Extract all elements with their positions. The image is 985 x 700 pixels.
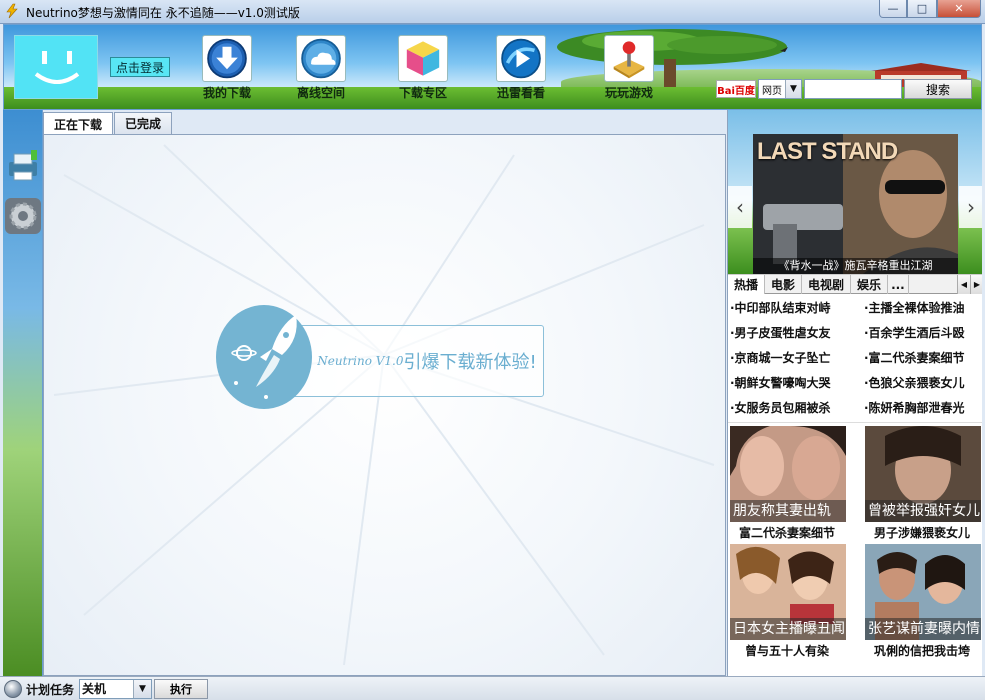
news-item[interactable]: ·中印部队结束对峙 xyxy=(728,296,862,321)
nav-label: 玩玩游戏 xyxy=(604,86,653,100)
scheduled-task-select[interactable]: 关机 ▼ xyxy=(79,679,152,699)
picture-title[interactable]: 男子涉嫌猥亵女儿 xyxy=(859,524,982,541)
right-panel: LAST STAND 《背水一战》施瓦辛格重出江湖 ‹ › 热播 电影 电视剧 … xyxy=(727,110,982,676)
rocket-icon xyxy=(231,315,297,399)
picture-news-item[interactable]: 曾被举报强奸女儿 xyxy=(865,426,981,522)
window-controls: — □ ✕ xyxy=(879,0,981,18)
picture-title[interactable]: 曾与五十人有染 xyxy=(728,642,850,659)
nav-play-games[interactable]: 玩玩游戏 xyxy=(584,35,674,101)
news-item[interactable]: ·色狼父亲猥亵女儿 xyxy=(862,371,982,396)
search-engine-select[interactable]: 网页 ▼ xyxy=(758,79,802,99)
news-item[interactable]: ·陈妍希胸部泄春光 xyxy=(862,396,982,421)
scheduled-task-value: 关机 xyxy=(82,682,107,696)
splash-circle xyxy=(216,305,312,409)
news-list: ·中印部队结束对峙 ·主播全裸体验推油 ·男子皮蛋牲虐女友 ·百余学生酒后斗殴 … xyxy=(728,296,982,420)
joystick-icon xyxy=(604,35,654,82)
login-button[interactable]: 点击登录 xyxy=(110,57,170,77)
tab-scroller: ◀ ▶ xyxy=(957,275,982,294)
app-lightning-icon xyxy=(6,3,18,19)
splash-slogan: 引爆下载新体验! xyxy=(403,352,537,373)
download-arrow-icon xyxy=(202,35,252,82)
nav-label: 离线空间 xyxy=(296,86,345,100)
news-item[interactable]: ·京商城一女子坠亡 xyxy=(728,346,862,371)
picture-news-item[interactable]: 张艺谋前妻曝内情 xyxy=(865,544,981,640)
nav-my-downloads[interactable]: 我的下载 xyxy=(182,35,272,101)
clock-icon xyxy=(4,680,22,698)
news-item[interactable]: ·女服务员包厢被杀 xyxy=(728,396,862,421)
arrow-right-icon[interactable]: ▶ xyxy=(970,275,982,294)
arrow-left-icon[interactable]: ◀ xyxy=(957,275,970,294)
nav-download-zone[interactable]: 下载专区 xyxy=(378,35,468,101)
chevron-down-icon[interactable]: ▼ xyxy=(785,80,801,98)
picture-caption: 日本女主播曝丑闻 xyxy=(730,618,846,640)
header-banner: 点击登录 我的下载 离线空间 下载专区 迅雷看看 玩玩游戏 Bai百度 网页 ▼… xyxy=(3,24,982,110)
news-item[interactable]: ·朝鲜女警嚎啕大哭 xyxy=(728,371,862,396)
nav-label: 迅雷看看 xyxy=(496,86,545,100)
banner-poster[interactable]: LAST STAND 《背水一战》施瓦辛格重出江湖 xyxy=(753,134,958,274)
play-icon xyxy=(496,35,546,82)
picture-caption: 张艺谋前妻曝内情 xyxy=(865,618,981,640)
news-tab-movie[interactable]: 电影 xyxy=(765,275,803,294)
cloud-icon xyxy=(296,35,346,82)
minimize-button[interactable]: — xyxy=(879,0,907,18)
news-tab-hot[interactable]: 热播 xyxy=(728,275,766,294)
picture-caption: 曾被举报强奸女儿 xyxy=(865,500,981,522)
download-tabs: 正在下载 已完成 xyxy=(43,112,173,135)
news-tab-more[interactable]: ... xyxy=(888,275,909,294)
title-bar[interactable]: Neutrino梦想与激情同在 永不追随——v1.0测试版 — □ ✕ xyxy=(0,0,985,24)
picture-title[interactable]: 富二代杀妻案细节 xyxy=(728,524,850,541)
chevron-left-icon[interactable]: ‹ xyxy=(728,186,752,228)
nav-label: 我的下载 xyxy=(202,86,251,100)
picture-title[interactable]: 巩俐的信把我击垮 xyxy=(859,642,982,659)
splash-text: Neutrino V1.0 引爆下载新体验! xyxy=(310,325,544,397)
picture-caption: 朋友称其妻出轨 xyxy=(730,500,846,522)
tab-downloading[interactable]: 正在下载 xyxy=(43,112,114,135)
nav-xunlei-kankan[interactable]: 迅雷看看 xyxy=(476,35,566,101)
left-sidebar xyxy=(3,110,43,676)
smiley-face-icon xyxy=(34,51,80,84)
search-input[interactable] xyxy=(804,79,902,99)
poster-title: LAST STAND xyxy=(757,138,898,165)
news-category-tabs: 热播 电影 电视剧 娱乐 ... ◀ ▶ xyxy=(728,274,982,294)
chevron-right-icon[interactable]: › xyxy=(959,186,982,228)
news-item[interactable]: ·百余学生酒后斗殴 xyxy=(862,321,982,346)
nav-label: 下载专区 xyxy=(398,86,447,100)
execute-button[interactable]: 执行 xyxy=(154,679,208,699)
cube-icon xyxy=(398,35,448,82)
news-tab-entertainment[interactable]: 娱乐 xyxy=(851,275,889,294)
news-item[interactable]: ·主播全裸体验推油 xyxy=(862,296,982,321)
news-item[interactable]: ·富二代杀妻案细节 xyxy=(862,346,982,371)
divider xyxy=(728,422,982,423)
gear-icon[interactable] xyxy=(5,198,41,234)
avatar[interactable] xyxy=(14,35,98,99)
picture-news-item[interactable]: 朋友称其妻出轨 xyxy=(730,426,846,522)
movie-banner[interactable]: LAST STAND 《背水一战》施瓦辛格重出江湖 ‹ › xyxy=(728,110,982,274)
download-list-area[interactable]: Neutrino V1.0 引爆下载新体验! xyxy=(43,134,726,676)
banner-caption: 《背水一战》施瓦辛格重出江湖 xyxy=(753,258,958,274)
news-tab-tv[interactable]: 电视剧 xyxy=(802,275,852,294)
printer-icon[interactable] xyxy=(5,148,41,184)
close-button[interactable]: ✕ xyxy=(937,0,981,18)
search-engine-value: 网页 xyxy=(762,85,782,97)
nav-offline-space[interactable]: 离线空间 xyxy=(276,35,366,101)
window-title: Neutrino梦想与激情同在 永不追随——v1.0测试版 xyxy=(26,6,300,20)
scheduled-task-label: 计划任务 xyxy=(26,683,75,697)
splash-logo: Neutrino V1.0 引爆下载新体验! xyxy=(216,305,548,409)
search-button[interactable]: 搜索 xyxy=(904,79,972,99)
tab-completed[interactable]: 已完成 xyxy=(114,112,173,134)
splash-brand: Neutrino V1.0 xyxy=(317,354,404,368)
status-bar: 计划任务 关机 ▼ 执行 xyxy=(0,676,985,700)
maximize-button[interactable]: □ xyxy=(907,0,937,18)
news-item[interactable]: ·男子皮蛋牲虐女友 xyxy=(728,321,862,346)
chevron-down-icon[interactable]: ▼ xyxy=(133,680,151,698)
picture-news-item[interactable]: 日本女主播曝丑闻 xyxy=(730,544,846,640)
search-bar: Bai百度 网页 ▼ 搜索 xyxy=(716,78,978,100)
baidu-logo: Bai百度 xyxy=(716,80,756,98)
